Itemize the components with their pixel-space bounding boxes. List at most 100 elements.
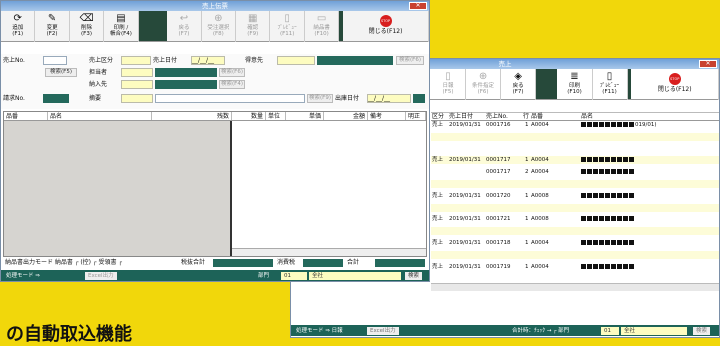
sales-list[interactable]: 売上 2019/01/31 0001716 1 A0004 019/01) 売上 2019/0… [431, 121, 719, 291]
cell-line: 1 [525, 157, 529, 164]
sales-no-field[interactable] [43, 56, 67, 65]
cell-line: 1 [525, 122, 529, 128]
preview-icon: ▯ [284, 13, 290, 24]
close-window-button[interactable]: ✕ [699, 60, 717, 68]
cell-name-redacted [581, 239, 635, 247]
dept-code-field[interactable]: 01 [281, 271, 307, 280]
cell-type: 売上 [432, 157, 444, 164]
line-items-grid[interactable]: 品番 品名 残数 数量 単位 単価 金額 備考 明正 [3, 111, 427, 257]
cell-no: 0001718 [486, 240, 511, 246]
table-row[interactable] [431, 145, 719, 153]
search-button[interactable]: 検索 [693, 326, 711, 335]
condition-button[interactable]: ⊕ 条件指定 (F6) [466, 69, 502, 100]
deposit-no-label: 請求No. [3, 95, 25, 102]
tax-field [303, 259, 343, 267]
totals-bar: 納品書出力モード 納品書 ┌ (控) ┌ 受領書 ┌ 税抜合計 消費税 合計 [3, 258, 427, 268]
list-panel [431, 103, 719, 113]
close-label: 閉じる(F12) [368, 28, 403, 35]
edit-button[interactable]: ✎ 変更 (F2) [35, 11, 70, 42]
search-f9-button[interactable]: 検索(F9) [307, 94, 333, 103]
button-key: (F10) [567, 89, 582, 95]
table-row[interactable] [431, 203, 719, 212]
table-row[interactable]: 売上 2019/01/31 0001718 1 A0004 [431, 239, 719, 247]
list-scrollbar[interactable] [431, 283, 719, 291]
cell-type: 売上 [432, 263, 444, 270]
search-f6-button[interactable]: 検索(F6) [219, 68, 245, 77]
search-f5-button[interactable]: 検索(F5) [45, 68, 77, 77]
delivery-code-field[interactable] [121, 80, 153, 89]
toolbar-spacer [138, 11, 168, 41]
print-button[interactable]: ≣ 印刷 (F10) [557, 69, 593, 100]
ship-date-field[interactable]: __/__/__ [367, 94, 411, 103]
staff-name-field [155, 68, 217, 77]
cell-line: 1 [525, 263, 529, 270]
back-button[interactable]: ↩ 戻る (F7) [167, 11, 202, 42]
stop-icon: STOP [668, 73, 681, 85]
preview-button[interactable]: ▯ ﾌﾟﾚﾋﾞｭｰ (F11) [270, 11, 305, 42]
delivery-slip-icon: ▭ [316, 13, 327, 24]
delivery-slip-button[interactable]: ▭ 納品書 (F10) [305, 11, 340, 42]
cell-no: 0001717 [486, 157, 511, 164]
grid-scrollbar[interactable] [232, 248, 426, 256]
daily-button[interactable]: ▯ 日報 (F5) [431, 69, 467, 100]
deposit-no-field [43, 94, 69, 103]
table-row[interactable] [431, 132, 719, 141]
cell-date: 2019/01/31 [449, 192, 481, 199]
sales-type-field[interactable] [121, 56, 151, 65]
staff-code-field[interactable] [121, 68, 153, 77]
table-row[interactable]: 0001717 2 A0004 [431, 168, 719, 176]
close-window-button[interactable]: ✕ [409, 2, 427, 10]
table-row[interactable] [431, 180, 719, 188]
cell-date: 2019/01/31 [449, 263, 481, 270]
daily-icon: ▯ [445, 71, 451, 82]
cell-name-redacted [581, 192, 635, 200]
search-f4-button[interactable]: 検索(F4) [219, 80, 245, 89]
table-row[interactable] [431, 227, 719, 236]
preview-button[interactable]: ▯ ﾌﾟﾚﾋﾞｭｰ (F11) [593, 69, 628, 100]
table-row[interactable] [431, 250, 719, 259]
table-row[interactable]: 売上 2019/01/31 0001717 1 A0004 [431, 156, 719, 165]
total-label: 合計 [347, 259, 360, 266]
confirm-button[interactable]: ▦ 確認 (F9) [236, 11, 271, 42]
button-key: (F11) [279, 31, 295, 37]
stop-icon: STOP [379, 15, 392, 27]
cell-name-redacted [581, 263, 635, 271]
close-button[interactable]: STOP 閉じる(F12) [343, 11, 430, 42]
cell-type: 売上 [432, 240, 444, 246]
summary-text-field[interactable] [155, 94, 305, 103]
staff-label: 担当者 [89, 69, 108, 76]
search-f6-customer-button[interactable]: 検索(F6) [396, 56, 424, 65]
close-button[interactable]: STOP 閉じる(F12) [631, 69, 719, 100]
cell-code: A0008 [531, 192, 549, 199]
table-row[interactable]: 売上 2019/01/31 0001716 1 A0004 019/01) [431, 121, 719, 129]
sales-slip-window: 売上伝票 ✕ ⟳ 追加 (F1) ✎ 変更 (F2) ⌫ 削除 (F3) ▤ 印刷 / 帳合(F4) ↩ 戻… [0, 0, 430, 282]
preview-icon: ▯ [606, 71, 613, 82]
cell-line: 1 [525, 192, 529, 199]
order-select-button[interactable]: ⊕ 受注選択 (F8) [202, 11, 237, 42]
toolbar: ⟳ 追加 (F1) ✎ 変更 (F2) ⌫ 削除 (F3) ▤ 印刷 / 帳合(F4) ↩ 戻る (F7) ⊕… [1, 11, 430, 42]
table-row[interactable]: 売上 2019/01/31 0001721 1 A0008 [431, 215, 719, 223]
confirm-icon: ▦ [248, 13, 258, 24]
print-button[interactable]: ▤ 印刷 / 帳合(F4) [104, 11, 139, 42]
delete-button[interactable]: ⌫ 削除 (F3) [70, 11, 105, 42]
back-icon: ◈ [514, 71, 522, 82]
ship-date-dropdown[interactable] [413, 94, 425, 103]
dept-code-field[interactable]: 01 [601, 326, 619, 335]
button-key: (F2) [46, 31, 58, 37]
button-key: (F3) [81, 31, 92, 37]
sales-date-field[interactable]: __/__/__ [191, 56, 225, 65]
table-row[interactable]: 売上 2019/01/31 0001720 1 A0008 [431, 192, 719, 200]
cell-code: A0004 [531, 122, 549, 128]
excel-output-button[interactable]: Excel出力 [367, 326, 399, 335]
add-button[interactable]: ⟳ 追加 (F1) [1, 11, 36, 42]
total-check-label: 合計時：ﾁｪｯｸ → ┌ 部門 [512, 327, 570, 334]
add-icon: ⟳ [13, 13, 22, 24]
summary-code-field[interactable] [121, 94, 153, 103]
cell-code: A0004 [531, 157, 549, 164]
back-button[interactable]: ◈ 戻る (F7) [501, 69, 537, 100]
customer-code-field[interactable] [277, 56, 315, 65]
cell-code: A0008 [531, 216, 549, 223]
search-button[interactable]: 検索 [405, 271, 423, 280]
excel-output-button[interactable]: Excel出力 [85, 271, 117, 280]
table-row[interactable]: 売上 2019/01/31 0001719 1 A0004 [431, 263, 719, 271]
